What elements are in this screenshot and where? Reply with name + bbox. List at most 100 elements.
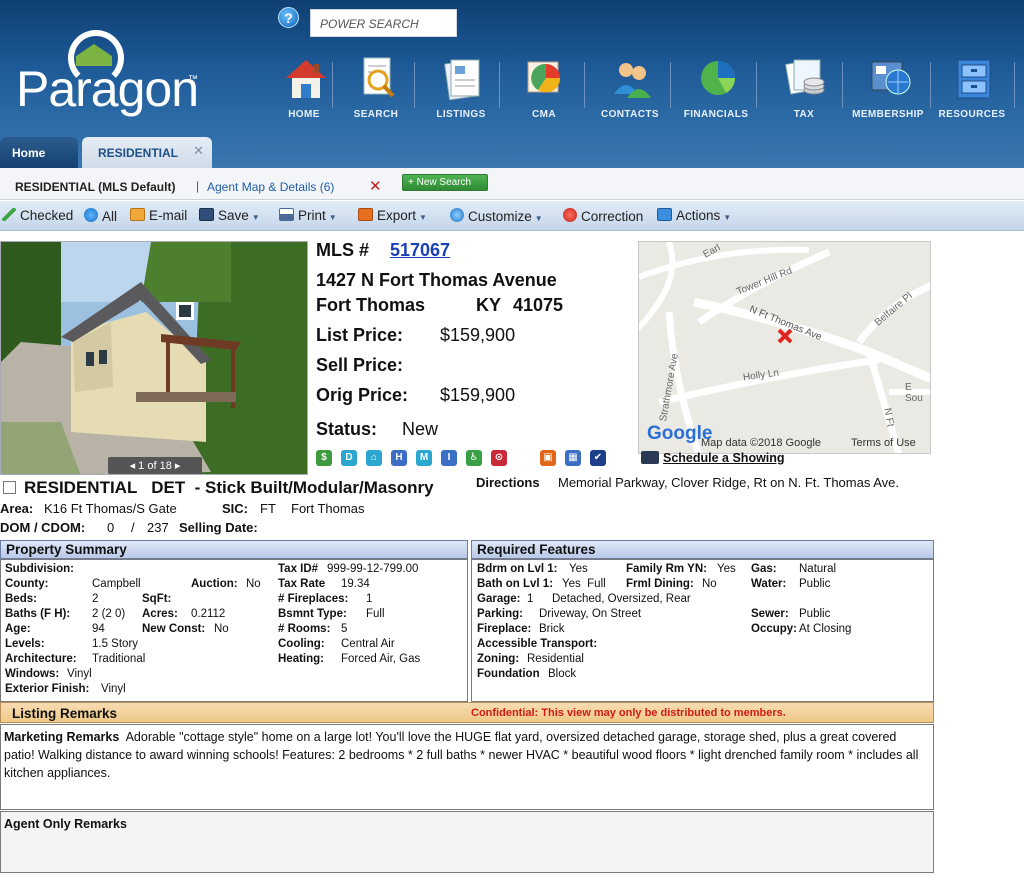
envelope-icon: [130, 208, 145, 221]
m-badge-icon[interactable]: M: [416, 450, 432, 466]
tax-rate-label: Tax Rate: [278, 578, 326, 590]
exterior-finish-value: Vinyl: [101, 683, 126, 695]
financials-pie-icon: [701, 61, 735, 95]
nav-contacts[interactable]: CONTACTS: [588, 52, 672, 126]
paragon-app: Paragon ™ ? POWER SEARCH HOME SEARCH LIS…: [0, 0, 1024, 883]
d-badge-icon[interactable]: D: [341, 450, 357, 466]
bath-lvl1-value: Yes Full: [562, 578, 606, 590]
cma-icon: [527, 61, 561, 93]
nav-cma-label: CMA: [532, 109, 556, 120]
contacts-icon: [614, 63, 651, 98]
grid-badge-icon[interactable]: ▦: [565, 450, 581, 466]
dom-separator: /: [131, 520, 135, 535]
exterior-finish-label: Exterior Finish:: [5, 683, 90, 695]
foundation-label: Foundation: [477, 668, 540, 680]
dom-cdom-label: DOM / CDOM:: [0, 520, 86, 535]
subtab-mls-default[interactable]: RESIDENTIAL (MLS Default): [15, 180, 175, 194]
export-label: Export: [377, 208, 417, 223]
check-badge-icon[interactable]: ✔: [590, 450, 606, 466]
nav-search-label: SEARCH: [353, 109, 399, 120]
bsmnt-type-value: Full: [366, 608, 385, 620]
baths-label: Baths (F H):: [5, 608, 71, 620]
help-icon[interactable]: ?: [278, 7, 299, 28]
map-terms-link[interactable]: Terms of Use: [851, 437, 916, 449]
nav-financials[interactable]: FINANCIALS: [674, 52, 758, 126]
nav-search[interactable]: SEARCH: [334, 52, 418, 126]
checked-button[interactable]: Checked: [2, 208, 73, 226]
action-toolbar: Checked All E-mail Save ▼ Print ▼ Export ▼ …: [0, 201, 1024, 231]
all-button[interactable]: All: [84, 208, 117, 226]
occupy-value: At Closing: [799, 623, 852, 635]
schedule-showing-link[interactable]: Schedule a Showing: [641, 451, 785, 465]
nav-resources[interactable]: RESOURCES: [930, 52, 1014, 126]
actions-button[interactable]: Actions ▼: [657, 208, 731, 226]
mls-number-link[interactable]: 517067: [390, 240, 450, 261]
rooms-label: # Rooms:: [278, 623, 331, 635]
nav-listings-label: LISTINGS: [436, 109, 486, 120]
close-subtab-icon[interactable]: ✕: [369, 177, 382, 195]
sic-name: Fort Thomas: [291, 501, 365, 516]
actions-label: Actions: [676, 208, 721, 223]
marketing-remarks: Marketing Remarks Adorable "cottage styl…: [4, 728, 926, 782]
area-value: K16 Ft Thomas/S Gate: [44, 501, 177, 516]
sewer-label: Sewer:: [751, 608, 789, 620]
confidential-notice: Confidential: This view may only be dist…: [471, 707, 786, 719]
zip-code: 41075: [513, 295, 564, 315]
nav-resources-label: RESOURCES: [938, 109, 1006, 120]
listing-remarks-title: Listing Remarks: [12, 706, 118, 721]
nav-membership[interactable]: MEMBERSHIP: [846, 52, 930, 126]
subtab-agent-map-details[interactable]: Agent Map & Details (6): [207, 180, 334, 194]
power-search-input[interactable]: POWER SEARCH: [310, 9, 457, 37]
nav-tax[interactable]: TAX: [762, 52, 846, 126]
city: Fort Thomas: [316, 295, 426, 315]
h-badge-icon[interactable]: H: [391, 450, 407, 466]
new-search-button[interactable]: + New Search: [402, 174, 488, 191]
required-features-header: Required Features: [471, 540, 934, 559]
calendar-badge-icon[interactable]: ▣: [540, 450, 556, 466]
architecture-value: Traditional: [92, 653, 146, 665]
chevron-down-icon: ▼: [251, 213, 260, 222]
listing-photo[interactable]: [0, 241, 308, 475]
circle-badge-icon[interactable]: ⊙: [491, 450, 507, 466]
area-label: Area:: [0, 501, 34, 516]
cooling-label: Cooling:: [278, 638, 325, 650]
zoning-value: Residential: [527, 653, 584, 665]
levels-label: Levels:: [5, 638, 45, 650]
state: KY: [476, 295, 502, 315]
nav-listings[interactable]: LISTINGS: [419, 52, 503, 126]
selling-date-label: Selling Date:: [179, 520, 258, 535]
heating-value: Forced Air, Gas: [341, 653, 421, 665]
windows-label: Windows:: [5, 668, 60, 680]
house-badge-icon[interactable]: ⌂: [366, 450, 382, 466]
resources-icon: [957, 59, 991, 99]
tab-residential[interactable]: RESIDENTIAL ✕: [82, 137, 212, 168]
email-button[interactable]: E-mail: [130, 208, 187, 226]
nav-divider: [670, 62, 671, 108]
print-button[interactable]: Print ▼: [279, 208, 337, 226]
save-button[interactable]: Save ▼: [199, 208, 260, 226]
paragon-logo[interactable]: Paragon ™: [16, 28, 206, 123]
correction-button[interactable]: Correction: [563, 208, 643, 226]
close-tab-icon[interactable]: ✕: [193, 143, 204, 159]
i-badge-icon[interactable]: I: [441, 450, 457, 466]
dollar-badge-icon[interactable]: $: [316, 450, 332, 466]
export-button[interactable]: Export ▼: [358, 208, 427, 226]
dom-value: 0: [107, 520, 115, 535]
baths-value: 2 (2 0): [92, 608, 126, 620]
customize-button[interactable]: Customize ▼: [450, 208, 543, 226]
actions-icon: [657, 208, 672, 221]
photo-pager[interactable]: ◂ 1 of 18 ▸: [108, 457, 202, 474]
tax-icon: [785, 59, 825, 95]
select-listing-checkbox[interactable]: [3, 481, 16, 494]
bdrm-lvl1-label: Bdrm on Lvl 1:: [477, 563, 558, 575]
occupy-label: Occupy:: [751, 623, 798, 635]
accessibility-badge-icon[interactable]: ♿: [466, 450, 482, 466]
globe-icon: [84, 208, 98, 222]
map-attribution: Map data ©2018 Google: [701, 437, 822, 449]
tab-home[interactable]: Home: [0, 137, 78, 168]
location-map[interactable]: Earl Tower Hill Rd Belfaire Pl N Ft Thom…: [638, 241, 931, 454]
tax-id-value: 999-99-12-799.00: [327, 563, 419, 575]
age-label: Age:: [5, 623, 31, 635]
nav-divider: [756, 62, 757, 108]
nav-cma[interactable]: CMA: [502, 52, 586, 126]
